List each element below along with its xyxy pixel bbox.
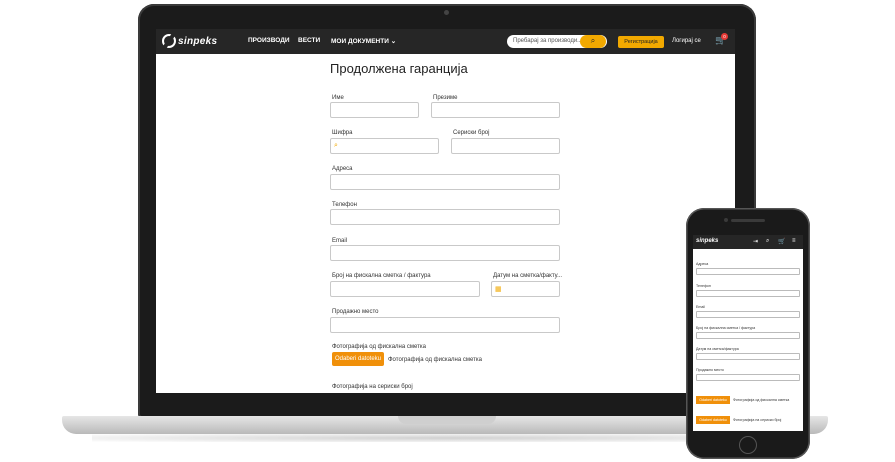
phone-camera: [724, 218, 728, 222]
mobile-header: sinpeks ⇥ ⌕ 🛒 ≡: [693, 235, 803, 249]
email-field[interactable]: [330, 245, 560, 261]
first-name-field[interactable]: [330, 102, 419, 118]
phone-speaker: [731, 219, 765, 222]
laptop-camera: [444, 10, 449, 15]
mobile-choose-file-button-2[interactable]: Odaberi datoteku: [696, 416, 730, 424]
search-icon: ⌕: [334, 142, 338, 149]
mobile-address-label: Адреса: [696, 262, 709, 266]
receipt-photo-label: Фотографија од фискална сметка: [332, 344, 426, 350]
mobile-address-field[interactable]: [696, 268, 800, 275]
site-header: sinpeks ПРОИЗВОДИ ВЕСТИ МОИ ДОКУМЕНТИ ⌄ …: [156, 29, 735, 54]
menu-icon[interactable]: ≡: [792, 238, 796, 244]
mobile-logo[interactable]: sinpeks: [696, 238, 718, 244]
nav-products[interactable]: ПРОИЗВОДИ: [248, 37, 290, 44]
calendar-icon[interactable]: ▦: [495, 285, 502, 293]
last-name-field[interactable]: [431, 102, 560, 118]
email-label: Email: [332, 238, 348, 244]
receipt-date-label: Датум на сметка/факту...: [493, 273, 563, 279]
phone-field[interactable]: [330, 209, 560, 225]
mobile-phone-field[interactable]: [696, 290, 800, 297]
page-title: Продолжена гаранција: [330, 61, 468, 76]
mobile-choose-file-button-1[interactable]: Odaberi datoteku: [696, 396, 730, 404]
mobile-email-field[interactable]: [696, 311, 800, 318]
logo-icon: [162, 34, 176, 48]
logo-text: sinpeks: [178, 35, 218, 47]
mobile-phone-label: Телефон: [696, 284, 711, 288]
search-icon[interactable]: ⌕: [766, 238, 769, 245]
search-icon: ⌕: [590, 36, 596, 45]
choose-file-button[interactable]: Odaberi datoteku: [332, 352, 384, 366]
laptop-notch: [398, 416, 496, 424]
last-name-label: Презиме: [433, 95, 458, 101]
mobile-store-field[interactable]: [696, 374, 800, 381]
phone-screen: sinpeks ⇥ ⌕ 🛒 ≡ Адреса Телефон Email Бро…: [693, 235, 803, 431]
mobile-store-label: Продажно место: [696, 368, 724, 372]
phone-home-button[interactable]: [739, 436, 757, 454]
cart-icon[interactable]: 🛒: [778, 238, 785, 245]
login-link[interactable]: Логирај се: [672, 38, 701, 44]
serial-label: Сериски број: [453, 130, 490, 136]
phone-label: Телефон: [332, 202, 357, 208]
code-label: Шифра: [332, 130, 353, 136]
code-field[interactable]: [330, 138, 439, 154]
chosen-file-text: Фотографија од фискална сметка: [388, 357, 482, 363]
nav-my-documents[interactable]: МОИ ДОКУМЕНТИ ⌄: [331, 37, 396, 45]
mobile-receipt-number-label: Број на фискална сметка / фактура: [696, 326, 756, 330]
serial-photo-label: Фотографија на сериски број: [332, 384, 413, 390]
mobile-file-text-1: Фотографија од фискална сметка: [733, 398, 790, 402]
register-button[interactable]: Регистрација: [618, 36, 664, 48]
mobile-receipt-date-field[interactable]: [696, 353, 800, 360]
login-icon[interactable]: ⇥: [753, 238, 758, 245]
site-logo[interactable]: sinpeks: [162, 34, 217, 48]
receipt-number-label: Број на фискална сметка / фактура: [332, 273, 431, 279]
cart-count-badge: 0: [721, 33, 728, 40]
phone-frame: sinpeks ⇥ ⌕ 🛒 ≡ Адреса Телефон Email Бро…: [686, 208, 810, 459]
address-label: Адреса: [332, 166, 353, 172]
mobile-receipt-number-field[interactable]: [696, 332, 800, 339]
nav-my-documents-label: МОИ ДОКУМЕНТИ: [331, 38, 389, 45]
store-field[interactable]: [330, 317, 560, 333]
address-field[interactable]: [330, 174, 560, 190]
mobile-email-label: Email: [696, 305, 705, 309]
receipt-number-field[interactable]: [330, 281, 480, 297]
serial-field[interactable]: [451, 138, 560, 154]
chevron-down-icon: ⌄: [390, 38, 397, 45]
laptop-screen: sinpeks ПРОИЗВОДИ ВЕСТИ МОИ ДОКУМЕНТИ ⌄ …: [156, 29, 735, 393]
store-label: Продажно место: [332, 309, 379, 315]
mobile-file-text-2: Фотографија на сериски број: [733, 418, 782, 422]
search-button[interactable]: ⌕: [580, 35, 606, 48]
nav-news[interactable]: ВЕСТИ: [298, 37, 320, 44]
mobile-receipt-date-label: Датум на сметка/фактура: [696, 347, 739, 351]
first-name-label: Име: [332, 95, 344, 101]
